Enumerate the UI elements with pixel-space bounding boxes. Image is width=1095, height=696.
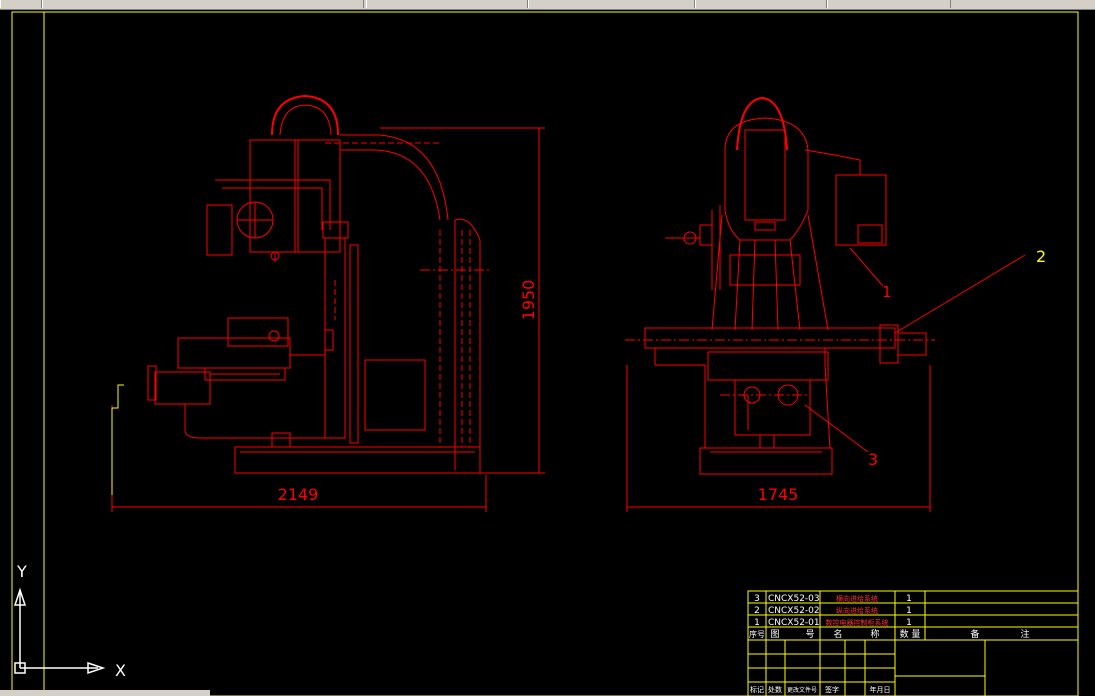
dim-1950: 1950 — [519, 280, 538, 321]
bom-header-remark-b: 注 — [1020, 628, 1029, 640]
bom-header: 序号 图 号 名 称 数 量 备 注 — [749, 628, 1030, 640]
ucs-icon — [13, 587, 106, 675]
bom-row-no: 1 — [754, 618, 760, 628]
side-view — [147, 94, 490, 474]
bom-row-code: CNCX52-03 — [768, 594, 820, 604]
properties-toolbar[interactable] — [366, 0, 528, 8]
drawing-frame — [11, 11, 1079, 696]
signoff-docno: 更改文件号 — [787, 686, 817, 694]
drawing-canvas[interactable]: 2149 1950 1745 1 2 3 Y X 3 CNCX52-03 横向进… — [0, 10, 1095, 696]
side-base — [234, 446, 481, 474]
signoff-count: 处数 — [768, 685, 782, 694]
outer-frame — [11, 11, 1079, 696]
bom-row-code: CNCX52-02 — [768, 606, 820, 616]
side-cabinet-door — [364, 359, 426, 431]
inner-frame — [43, 11, 1079, 696]
side-head — [249, 139, 299, 253]
side-cable-arch — [271, 94, 339, 136]
bom-row-name: 横向进给系统 — [836, 594, 878, 603]
lineweight-toolbar[interactable] — [695, 0, 827, 8]
callout-1: 1 — [882, 283, 892, 301]
bom-header-qty: 数 量 — [900, 628, 921, 640]
bom-row-name: 数控电器控制柜系统 — [826, 618, 889, 627]
bom-row-qty: 1 — [906, 606, 912, 616]
bom-row-code: CNCX52-01 — [768, 618, 820, 628]
callout-2: 2 — [1036, 247, 1046, 266]
dim-1745: 1745 — [758, 485, 799, 504]
bom-header-code-a: 图 — [770, 629, 779, 640]
cad-drawing: 2149 1950 1745 1 2 3 Y X 3 CNCX52-03 横向进… — [11, 11, 1079, 696]
front-saddle — [734, 379, 811, 436]
side-ram — [324, 237, 346, 439]
signoff-sign: 签字 — [825, 685, 839, 694]
side-column — [454, 218, 481, 470]
ucs-y-label: Y — [16, 562, 27, 581]
bom-header-remark-a: 备 — [970, 628, 979, 640]
signoff-mark: 标记 — [750, 685, 764, 694]
ucs-x-label: X — [115, 661, 126, 680]
plot-style-toolbar[interactable] — [827, 0, 951, 8]
leader-1 — [849, 247, 884, 287]
bom-header-name-b: 称 — [870, 628, 879, 640]
front-table — [644, 327, 896, 349]
dim-2149: 2149 — [278, 485, 319, 504]
side-yellow-leader — [111, 384, 124, 495]
bom-rows: 3 CNCX52-03 横向进给系统 1 2 CNCX52-02 纵向进给系统 … — [754, 594, 912, 628]
side-motor-box — [206, 204, 233, 256]
bom-row-no: 2 — [754, 606, 760, 616]
leader-2 — [894, 254, 1026, 334]
signoff-date: 年月日 — [870, 685, 891, 694]
layout-tabs-strip[interactable] — [0, 690, 210, 696]
linetype-toolbar[interactable] — [528, 0, 695, 8]
front-control-box — [835, 174, 887, 246]
leader-3 — [804, 404, 869, 453]
side-control-panel — [227, 317, 289, 347]
bom-header-code-b: 号 — [805, 629, 814, 640]
side-overarm — [340, 134, 449, 221]
bom-row-name: 纵向进给系统 — [836, 606, 878, 615]
bom-header-name-a: 名 — [833, 628, 842, 640]
side-knee — [177, 337, 291, 369]
bom-row-qty: 1 — [906, 618, 912, 628]
bom-row-qty: 1 — [906, 594, 912, 604]
std-toolbar[interactable] — [0, 0, 42, 8]
callout-3: 3 — [868, 450, 878, 469]
layer-toolbar[interactable] — [42, 0, 364, 8]
bom-row-no: 3 — [754, 594, 760, 604]
bom-header-no: 序号 — [749, 629, 765, 639]
side-table-handwheel — [154, 371, 211, 405]
cad-toolbar-strip — [0, 0, 1095, 10]
